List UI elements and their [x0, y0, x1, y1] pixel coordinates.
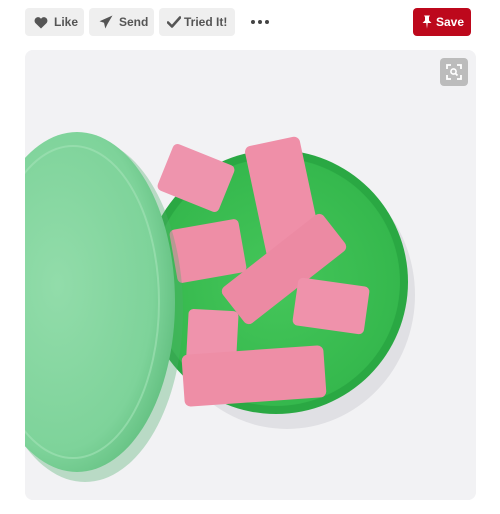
- pin-image[interactable]: [25, 50, 476, 500]
- pin-icon: [422, 15, 432, 29]
- save-label: Save: [436, 15, 465, 29]
- send-label: Send: [119, 15, 149, 29]
- eraser-tin-photo: [25, 50, 476, 500]
- heart-icon: [34, 16, 48, 28]
- pin-action-bar: Like Send Tried It! Save: [0, 0, 500, 46]
- tried-it-button[interactable]: Tried It!: [159, 8, 235, 36]
- like-button[interactable]: Like: [25, 8, 84, 36]
- more-dots-icon[interactable]: [249, 8, 271, 36]
- zoom-glyph: [446, 64, 462, 80]
- visual-search-icon[interactable]: [440, 58, 468, 86]
- send-button[interactable]: Send: [89, 8, 154, 36]
- save-button[interactable]: Save: [413, 8, 471, 36]
- like-label: Like: [54, 15, 79, 29]
- send-icon: [99, 15, 113, 29]
- check-icon: [167, 16, 181, 28]
- tried-it-label: Tried It!: [184, 15, 228, 29]
